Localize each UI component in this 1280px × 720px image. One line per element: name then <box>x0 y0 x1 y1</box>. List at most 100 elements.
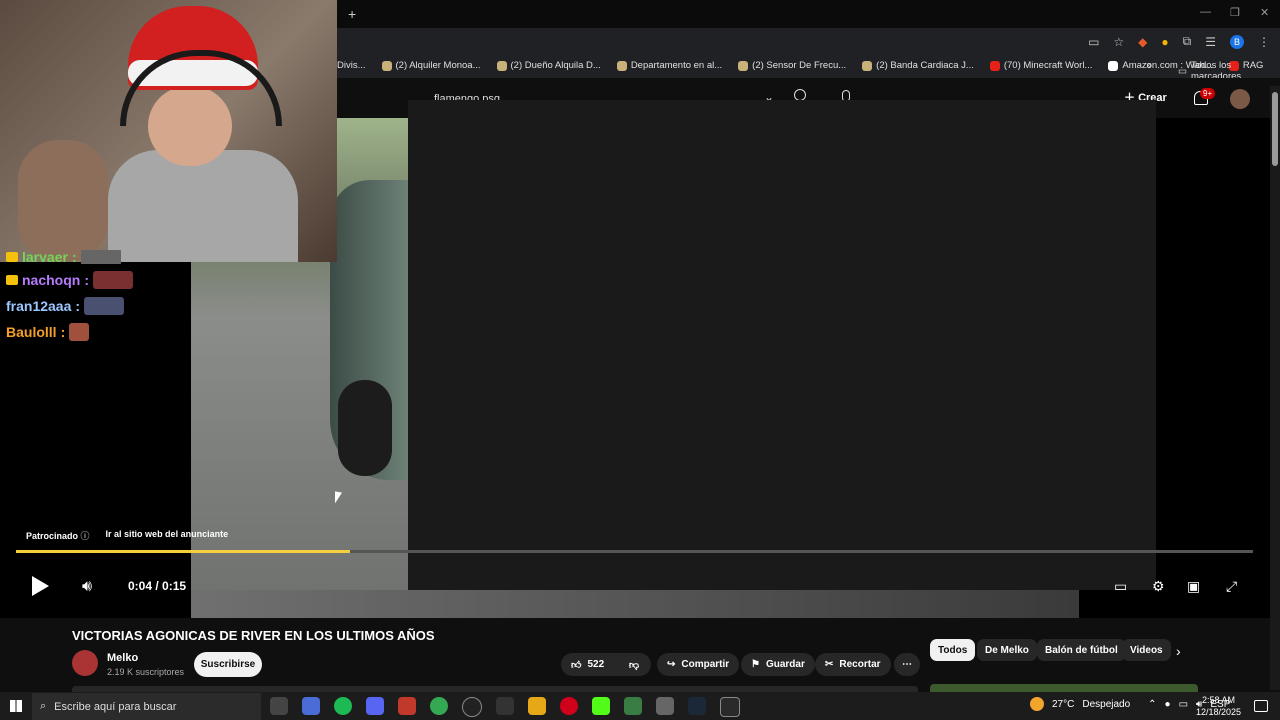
extension-fox-icon[interactable]: ◆ <box>1138 35 1147 49</box>
clip-label: Recortar <box>839 659 881 670</box>
chip-todos[interactable]: Todos <box>930 639 976 661</box>
clock[interactable]: 2:58 AM 12/18/2025 <box>1196 694 1241 718</box>
opera-icon[interactable] <box>560 697 578 715</box>
bookmarks-overflow-button[interactable]: » <box>1146 60 1152 71</box>
volume-icon[interactable]: 🔊︎ <box>82 578 92 596</box>
chevron-up-icon[interactable]: ⌃ <box>1148 699 1156 710</box>
chat-username: fran12aaa <box>6 298 72 314</box>
chrome-icon[interactable] <box>430 697 448 715</box>
taskbar-apps <box>270 697 740 717</box>
profile-avatar[interactable]: B <box>1230 34 1244 49</box>
scrollbar-thumb[interactable] <box>1272 92 1278 166</box>
temperature[interactable]: 27°C <box>1052 699 1074 710</box>
chat-overlay: larvaer : nachoqn : fran12aaa : Baulolll… <box>6 250 191 348</box>
webcam-arm <box>18 140 108 262</box>
share-button[interactable]: ↪ Compartir <box>657 653 740 676</box>
extensions-puzzle-icon[interactable]: ⧉ <box>1183 34 1192 49</box>
browser-toolbar-icons: ▭ ☆ ◆ ● ⧉ ☰ B ⋮ <box>1088 34 1270 49</box>
extension-color-icon[interactable]: ● <box>1161 35 1168 49</box>
windows-start-icon[interactable] <box>10 700 22 712</box>
bookmark-icon <box>862 60 873 71</box>
discord-tray-icon[interactable]: ● <box>1165 699 1171 710</box>
bookmark-label: (2) Sensor De Frecu... <box>752 60 847 71</box>
network-icon[interactable]: ▭ <box>1179 699 1188 710</box>
weather[interactable]: Despejado <box>1082 699 1130 710</box>
save-button[interactable]: ⚑ Guardar <box>741 653 815 676</box>
new-tab-button[interactable]: + <box>348 6 356 22</box>
info-icon[interactable]: ⓘ <box>81 531 90 541</box>
save-label: Guardar <box>765 659 805 670</box>
mouse-cursor <box>335 491 342 505</box>
search-icon: ⌕ <box>40 700 47 712</box>
miniplayer-icon[interactable]: ▭ <box>1114 578 1127 595</box>
chat-separator: : <box>75 298 81 314</box>
bookmark-label: (70) Minecraft Worl... <box>1003 60 1093 71</box>
app-icon[interactable] <box>398 697 416 715</box>
progress-fill <box>16 550 350 553</box>
clock-time: 2:58 AM <box>1202 695 1236 705</box>
kick-icon[interactable] <box>592 697 610 715</box>
bookmark-icon: ⚑ <box>751 659 760 670</box>
bookmark-label: Departamento en al... <box>630 60 723 71</box>
task-view-icon[interactable] <box>270 697 288 715</box>
media-control-icon[interactable]: ☰ <box>1205 35 1216 49</box>
chevron-right-icon[interactable]: › <box>1176 643 1181 659</box>
bookmark-icon <box>738 60 749 71</box>
spotify-icon[interactable] <box>334 697 352 715</box>
install-app-icon[interactable]: ▭ <box>1088 35 1099 49</box>
restore-button[interactable]: ❐ <box>1230 6 1240 19</box>
channel-avatar[interactable] <box>72 650 98 676</box>
fullscreen-icon[interactable]: ⤢ <box>1226 578 1237 595</box>
folder-icon[interactable] <box>528 697 546 715</box>
chat-message: nachoqn : <box>6 270 191 290</box>
taskbar-search[interactable]: ⌕ Escribe aquí para buscar <box>32 693 261 720</box>
channel-name[interactable]: Melko <box>107 652 138 664</box>
chip-videos[interactable]: Videos <box>1122 639 1171 661</box>
emote-icon <box>80 250 121 264</box>
bookmark-item[interactable]: (70) Minecraft Worl... <box>989 60 1093 71</box>
epic-games-icon[interactable] <box>720 697 740 717</box>
clip-button[interactable]: ✂ Recortar <box>815 653 891 676</box>
subscribe-button[interactable]: Suscribirse <box>194 652 262 677</box>
dislike-button[interactable]: 👎︎ <box>617 653 651 676</box>
minecraft-icon[interactable] <box>624 697 642 715</box>
bookmark-item[interactable]: (2) Banda Cardiaca J... <box>862 60 974 71</box>
crown-icon <box>6 252 18 262</box>
close-window-button[interactable]: ✕ <box>1260 6 1269 19</box>
discord-icon[interactable] <box>366 697 384 715</box>
app-icon[interactable] <box>496 697 514 715</box>
scrollbar[interactable] <box>1270 86 1280 690</box>
like-count: 522 <box>587 659 605 670</box>
steam-icon[interactable] <box>688 697 706 715</box>
chip-de-melko[interactable]: De Melko <box>977 639 1037 661</box>
advertiser-link[interactable]: Ir al sitio web del anunciante <box>106 529 229 542</box>
more-horizontal-icon: ⋯ <box>902 659 912 670</box>
gear-icon[interactable]: ⚙ <box>1152 578 1165 595</box>
emote-icon <box>93 271 134 289</box>
shield-icon[interactable] <box>656 697 674 715</box>
bookmark-item[interactable]: (2) Dueño Alquila D... <box>496 60 601 71</box>
chat-username: Baulolll <box>6 324 57 340</box>
avatar[interactable] <box>1230 89 1250 109</box>
more-actions-button[interactable]: ⋯ <box>894 653 920 676</box>
recommended-thumbnail[interactable] <box>930 684 1198 692</box>
bookmark-item[interactable]: (2) Alquiler Monoa... <box>381 60 481 71</box>
chip-balon-de-futbol[interactable]: Balón de fútbol <box>1037 639 1126 661</box>
chat-separator: : <box>71 250 77 264</box>
copilot-icon[interactable] <box>302 697 320 715</box>
like-button[interactable]: 👍︎ 522 <box>561 653 621 676</box>
channel-subscribers: 2.19 K suscriptores <box>107 667 185 677</box>
sponsored-text: Patrocinado <box>26 531 79 541</box>
notification-center-icon[interactable] <box>1254 700 1268 712</box>
bookmark-star-icon[interactable]: ☆ <box>1113 35 1124 49</box>
bookmark-item[interactable]: (2) Sensor De Frecu... <box>738 60 846 71</box>
obs-icon[interactable] <box>462 697 482 717</box>
theater-mode-icon[interactable]: ▣ <box>1187 578 1200 595</box>
menu-kebab-icon[interactable]: ⋮ <box>1258 35 1270 49</box>
minimize-button[interactable]: — <box>1200 6 1211 18</box>
bookmark-item[interactable]: Departamento en al... <box>616 60 723 71</box>
bookmark-label: Divis... <box>337 60 366 71</box>
thumbs-up-icon: 👍︎ <box>571 659 582 671</box>
bookmark-item[interactable]: Divis... <box>337 60 366 71</box>
play-icon[interactable] <box>32 576 49 596</box>
